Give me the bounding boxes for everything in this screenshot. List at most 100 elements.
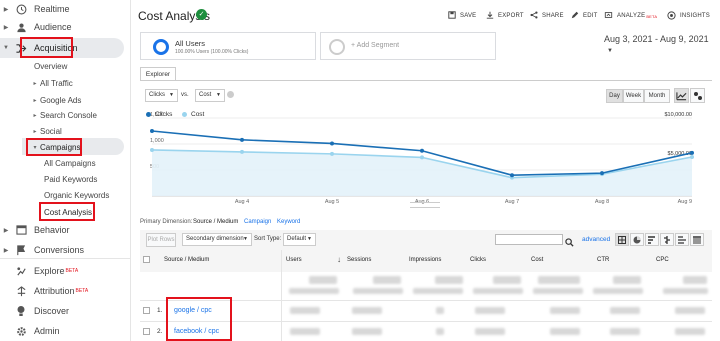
add-segment-button[interactable]: + Add Segment: [320, 32, 496, 60]
plot-rows-button[interactable]: Plot Rows: [146, 233, 176, 247]
granularity-month-button[interactable]: Month: [644, 89, 670, 103]
primary-dimension-source-medium[interactable]: Source / Medium: [193, 219, 238, 225]
granularity-week-button[interactable]: Week: [623, 89, 644, 103]
secondary-metric-select[interactable]: Cost ▼: [195, 89, 225, 102]
tab-explorer[interactable]: Explorer: [140, 67, 176, 81]
save-icon: [448, 11, 456, 21]
secondary-dimension-value: Secondary dimension: [186, 236, 244, 242]
table-search-input[interactable]: [495, 234, 563, 245]
insights-button[interactable]: INSIGHTS: [667, 10, 710, 22]
beta-badge: BETA: [646, 13, 658, 19]
table-view-comparison-button[interactable]: [660, 233, 674, 246]
sidebar-item-all-traffic[interactable]: ▸ All Traffic: [30, 74, 72, 92]
primary-dimension-campaign[interactable]: Campaign: [244, 219, 271, 225]
lightbulb-icon: [14, 305, 28, 317]
analyze-button[interactable]: ANALYZE BETA: [604, 11, 657, 21]
export-button[interactable]: EXPORT: [486, 11, 524, 21]
caret-down-icon: ▼: [3, 45, 9, 51]
sort-descending-icon: ↓: [337, 255, 341, 264]
pivot-icon: [693, 236, 701, 244]
table-view-data-button[interactable]: [615, 233, 629, 246]
sidebar-item-admin[interactable]: Admin: [0, 322, 60, 340]
caret-right-icon: ▸: [33, 80, 37, 87]
x-tick-label: Aug 8: [595, 199, 609, 205]
sidebar-item-audience[interactable]: ▶ Audience: [0, 18, 72, 36]
table-view-pivot-button[interactable]: [690, 233, 704, 246]
grid-icon: [618, 236, 626, 244]
analyze-icon: [604, 11, 613, 21]
chevron-down-icon: ▼: [307, 236, 312, 242]
row-checkbox[interactable]: [143, 307, 150, 314]
cost-data-point: [420, 155, 424, 160]
x-tick-label: Aug 5: [325, 199, 339, 205]
sidebar-item-overview[interactable]: Overview: [34, 57, 67, 75]
sidebar-item-label: Overview: [34, 61, 68, 71]
row-index: 2.: [157, 328, 163, 335]
row-checkbox[interactable]: [143, 328, 150, 335]
primary-dimension-keyword[interactable]: Keyword: [277, 219, 300, 225]
table-view-performance-button[interactable]: [645, 233, 659, 246]
page-header: Cost Analysis ✓ SAVE EXPORT SHARE EDIT A…: [130, 0, 720, 30]
clicks-data-point: [510, 173, 514, 178]
primary-metric-select[interactable]: Clicks ▼: [145, 89, 178, 102]
sidebar-divider: [0, 258, 130, 259]
edit-button[interactable]: EDIT: [571, 11, 597, 21]
cost-data-point: [330, 151, 334, 156]
sidebar-item-label: Discover: [34, 306, 70, 316]
sidebar-item-realtime[interactable]: ▶ Realtime: [0, 0, 70, 18]
pie-icon: [633, 236, 641, 244]
x-tick-label: Aug 7: [505, 199, 519, 205]
share-label: SHARE: [542, 13, 564, 19]
motion-chart-button[interactable]: [690, 88, 705, 103]
chart-resize-handle[interactable]: [410, 202, 440, 208]
clicks-cost-line-chart: 1,5001,000500$10,000.00$5,000.00Aug 4Aug…: [150, 112, 694, 205]
comparison-icon: [664, 236, 670, 244]
explore-icon: [14, 265, 28, 277]
sidebar-item-conversions[interactable]: ▶ Conversions: [0, 241, 84, 259]
clicks-data-point: [330, 141, 334, 146]
sort-type-select[interactable]: Default ▼: [283, 233, 316, 246]
sidebar-item-label: Attribution: [34, 286, 75, 296]
secondary-metric-value: Cost: [199, 92, 212, 98]
sidebar-item-attribution[interactable]: Attribution BETA: [0, 282, 88, 300]
analytics-app: ▶ Realtime ▶ Audience ▼ Acquisition Over…: [0, 0, 720, 341]
insights-icon: [667, 10, 676, 22]
select-all-checkbox[interactable]: [143, 256, 150, 263]
granularity-day-button[interactable]: Day: [606, 89, 623, 103]
table-view-pie-button[interactable]: [630, 233, 644, 246]
analyze-label: ANALYZE: [617, 13, 646, 19]
segment-all-users[interactable]: All Users 100.00% Users (100.00% Clicks): [140, 32, 316, 60]
sidebar-item-label: Google Ads: [40, 95, 82, 105]
segment-name: All Users: [175, 39, 206, 48]
caret-right-icon: ▶: [3, 227, 9, 234]
clear-metric-icon[interactable]: [227, 91, 234, 98]
flag-icon: [14, 244, 28, 256]
cost-data-point: [690, 155, 694, 159]
share-button[interactable]: SHARE: [530, 11, 564, 21]
save-button[interactable]: SAVE: [448, 11, 476, 21]
search-icon: [565, 238, 574, 247]
source-rows-annotation-box: [166, 297, 232, 341]
secondary-dimension-select[interactable]: Secondary dimension ▼: [182, 233, 252, 246]
sidebar-item-behavior[interactable]: ▶ Behavior: [0, 221, 70, 239]
sidebar-item-explore[interactable]: Explore BETA: [0, 262, 78, 280]
sidebar-item-discover[interactable]: Discover: [0, 302, 69, 320]
sort-type-label: Sort Type:: [254, 236, 282, 242]
acquisition-annotation-box: [20, 37, 73, 58]
caret-right-icon: ▸: [33, 128, 37, 135]
search-button[interactable]: [565, 234, 577, 247]
export-label: EXPORT: [498, 13, 524, 19]
sidebar-border: [130, 0, 131, 341]
clicks-data-point: [240, 137, 244, 142]
advanced-filter-link[interactable]: advanced: [582, 236, 610, 243]
table-view-term-cloud-button[interactable]: [675, 233, 689, 246]
cost-analysis-annotation-box: [39, 202, 95, 221]
sidebar-item-label: Search Console: [40, 110, 97, 120]
attribution-icon: [14, 285, 28, 297]
chevron-down-icon: ▼: [169, 92, 174, 98]
date-range-picker[interactable]: Aug 3, 2021 - Aug 9, 2021 ▼: [604, 34, 720, 54]
column-header-source-medium[interactable]: Source / Medium: [164, 257, 209, 277]
sidebar-item-label: Audience: [34, 22, 72, 32]
line-chart-button[interactable]: [674, 88, 689, 103]
term-cloud-icon: [678, 236, 686, 244]
